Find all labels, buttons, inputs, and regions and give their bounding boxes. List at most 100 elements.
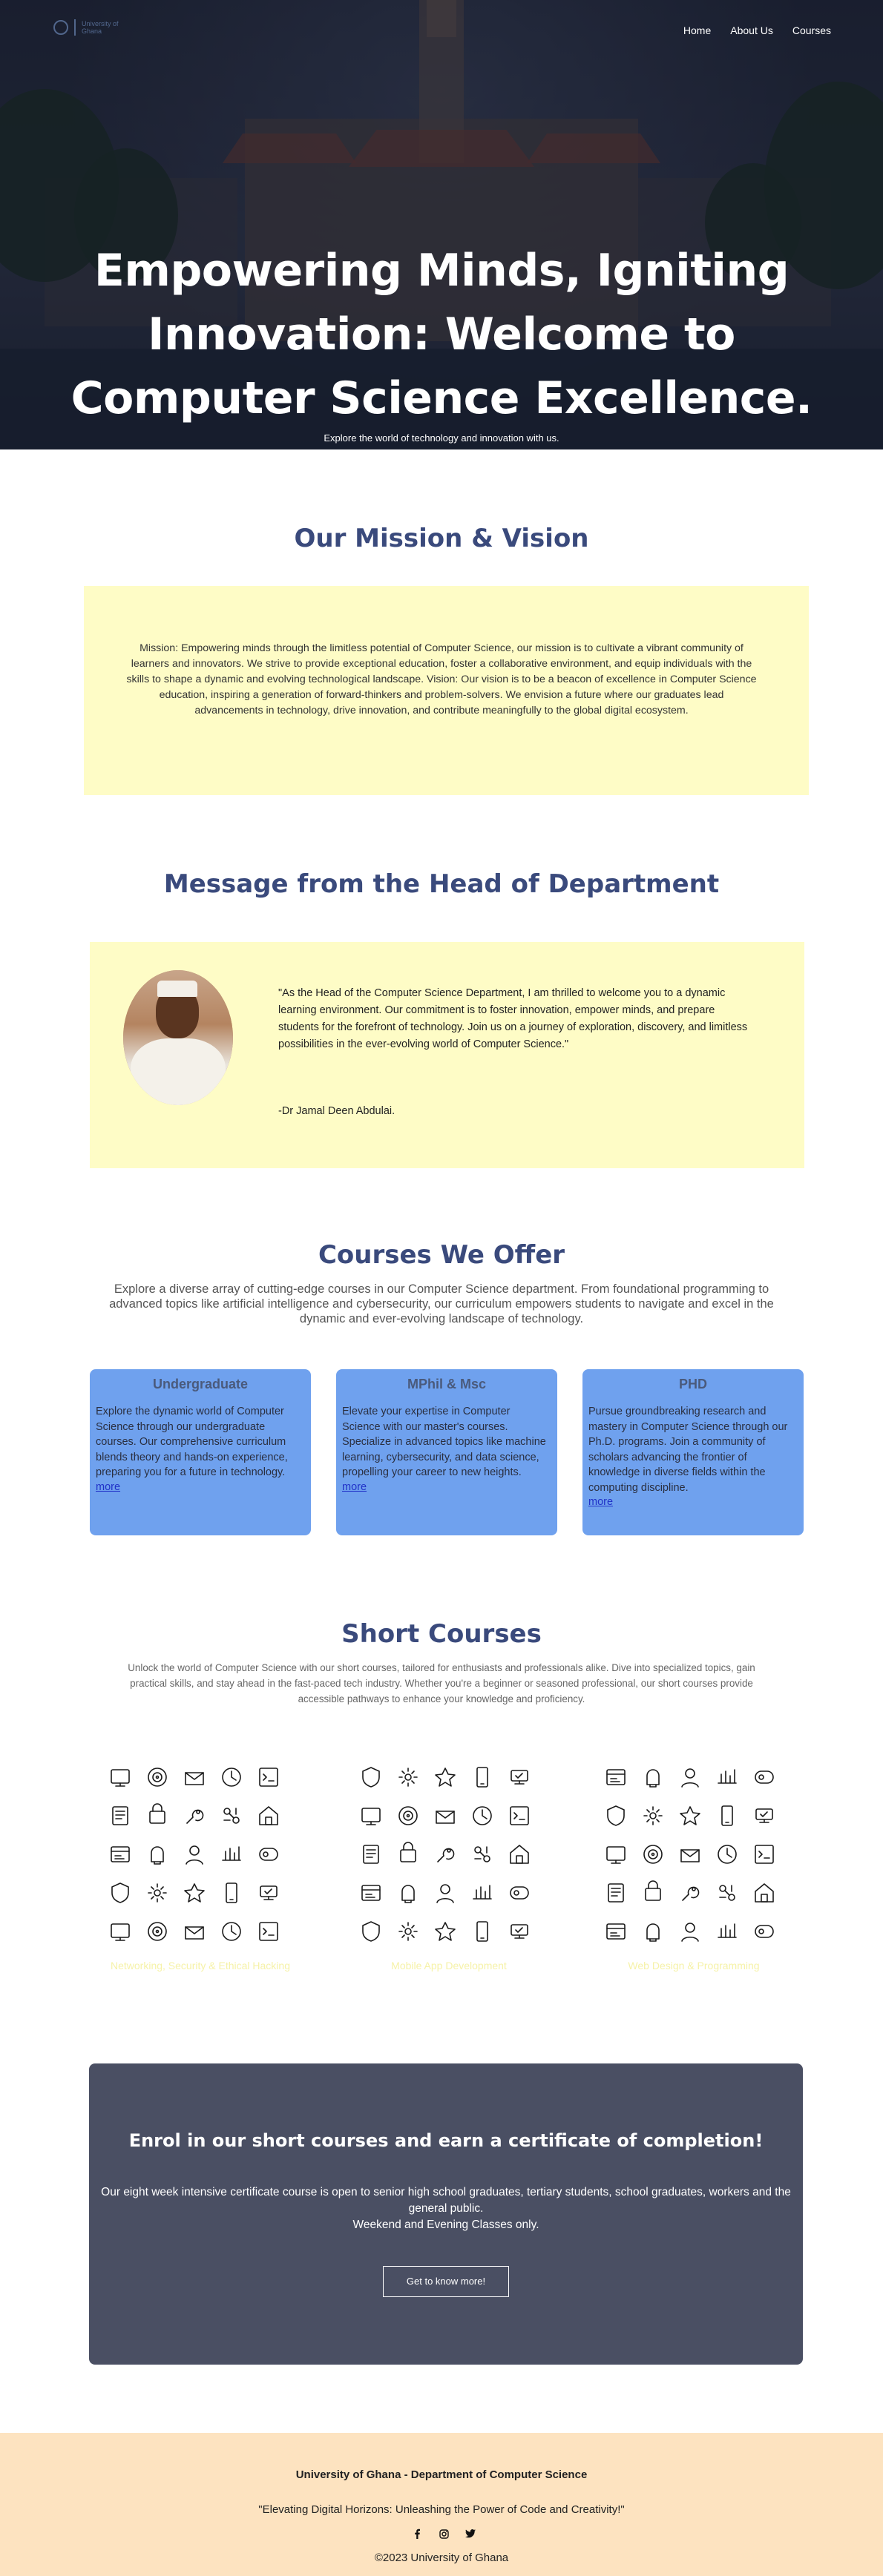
enrol-text: Our eight week intensive certificate cou… — [101, 2186, 791, 2215]
course-topic-icon — [144, 1918, 171, 1945]
course-topic-icon — [358, 1802, 384, 1829]
instagram-icon[interactable] — [439, 2529, 449, 2539]
course-topic-icon — [181, 1764, 208, 1791]
course-topic-icon — [358, 1918, 384, 1945]
get-to-know-more-button[interactable]: Get to know more! — [383, 2266, 509, 2297]
course-topic-icon — [714, 1764, 741, 1791]
facebook-icon[interactable] — [412, 2529, 422, 2539]
course-topic-icon — [751, 1764, 778, 1791]
enrol-schedule: Weekend and Evening Classes only. — [352, 2218, 539, 2231]
course-topic-icon — [640, 1802, 666, 1829]
course-card-undergraduate: Undergraduate Explore the dynamic world … — [90, 1369, 311, 1535]
short-course-label-web[interactable]: Web Design & Programming — [575, 1960, 813, 1971]
course-topic-icon — [144, 1841, 171, 1868]
course-topic-icon — [395, 1880, 421, 1906]
course-topic-icon — [677, 1918, 703, 1945]
course-topic-icon — [432, 1841, 459, 1868]
courses-description: Explore a diverse array of cutting-edge … — [109, 1282, 774, 1325]
course-topic-icon — [603, 1841, 629, 1868]
social-links — [412, 2529, 476, 2539]
course-topic-icon — [603, 1764, 629, 1791]
course-topic-icon — [640, 1764, 666, 1791]
course-topic-icon — [714, 1918, 741, 1945]
course-topic-icon — [395, 1918, 421, 1945]
course-card-text: Elevate your expertise in Computer Scien… — [342, 1406, 546, 1478]
course-topic-icon — [506, 1802, 533, 1829]
hod-quote: "As the Head of the Computer Science Dep… — [278, 987, 748, 1050]
university-logo[interactable]: University of Ghana — [53, 19, 119, 36]
mobile-app-icon-grid[interactable] — [358, 1764, 536, 1948]
course-topic-icon — [751, 1880, 778, 1906]
course-topic-icon — [603, 1880, 629, 1906]
course-topic-icon — [218, 1764, 245, 1791]
course-topic-icon — [603, 1802, 629, 1829]
mission-title: Our Mission & Vision — [294, 524, 589, 553]
enrol-banner: Enrol in our short courses and earn a ce… — [89, 2063, 803, 2365]
course-card-text: Explore the dynamic world of Computer Sc… — [96, 1406, 288, 1478]
course-topic-icon — [714, 1802, 741, 1829]
footer: University of Ghana - Department of Comp… — [0, 2433, 883, 2576]
course-topic-icon — [218, 1841, 245, 1868]
course-topic-icon — [395, 1841, 421, 1868]
course-card-title: MPhil & Msc — [407, 1377, 486, 1391]
footer-name: University of Ghana - Department of Comp… — [295, 2468, 588, 2481]
course-topic-icon — [469, 1841, 496, 1868]
short-courses-title: Short Courses — [341, 1619, 542, 1649]
course-card-title: PHD — [678, 1377, 707, 1391]
footer-copyright: ©2023 University of Ghana — [374, 2552, 509, 2564]
course-topic-icon — [218, 1880, 245, 1906]
course-card-mphil-msc: MPhil & Msc Elevate your expertise in Co… — [336, 1369, 557, 1535]
course-card-phd: PHD Pursue groundbreaking research and m… — [582, 1369, 804, 1535]
course-topic-icon — [751, 1918, 778, 1945]
course-topic-icon — [358, 1841, 384, 1868]
course-topic-icon — [677, 1841, 703, 1868]
logo-text-1: University of — [82, 20, 119, 27]
course-topic-icon — [144, 1764, 171, 1791]
course-topic-icon — [751, 1841, 778, 1868]
course-topic-icon — [107, 1841, 134, 1868]
footer-slogan: "Elevating Digital Horizons: Unleashing … — [258, 2503, 625, 2516]
short-course-label-mobile[interactable]: Mobile App Development — [330, 1960, 568, 1971]
course-topic-icon — [181, 1841, 208, 1868]
course-topic-icon — [506, 1880, 533, 1906]
course-more-link[interactable]: more — [588, 1495, 798, 1509]
course-topic-icon — [107, 1802, 134, 1829]
nav-link-courses[interactable]: Courses — [792, 24, 831, 36]
course-topic-icon — [358, 1880, 384, 1906]
course-topic-icon — [395, 1764, 421, 1791]
hero-banner: University of Ghana Home About Us Course… — [0, 0, 883, 449]
course-topic-icon — [469, 1880, 496, 1906]
twitter-icon[interactable] — [465, 2529, 476, 2539]
course-topic-icon — [358, 1764, 384, 1791]
course-topic-icon — [144, 1802, 171, 1829]
course-more-link[interactable]: more — [342, 1480, 551, 1494]
courses-title: Courses We Offer — [318, 1240, 565, 1270]
course-topic-icon — [506, 1918, 533, 1945]
course-topic-icon — [181, 1802, 208, 1829]
course-topic-icon — [432, 1918, 459, 1945]
course-topic-icon — [181, 1880, 208, 1906]
course-topic-icon — [751, 1802, 778, 1829]
web-design-icon-grid[interactable] — [603, 1764, 781, 1948]
hero-subtitle: Explore the world of technology and inno… — [324, 432, 559, 444]
course-topic-icon — [255, 1764, 282, 1791]
course-topic-icon — [255, 1880, 282, 1906]
crest-icon — [53, 20, 68, 35]
course-topic-icon — [107, 1880, 134, 1906]
nav-link-about-us[interactable]: About Us — [730, 24, 773, 36]
nav-link-home[interactable]: Home — [683, 24, 711, 36]
course-topic-icon — [506, 1841, 533, 1868]
course-topic-icon — [677, 1764, 703, 1791]
course-topic-icon — [107, 1764, 134, 1791]
hod-signature: -Dr Jamal Deen Abdulai. — [278, 1105, 395, 1117]
course-topic-icon — [714, 1841, 741, 1868]
mission-text: Mission: Empowering minds through the li… — [126, 642, 757, 717]
enrol-title: Enrol in our short courses and earn a ce… — [128, 2130, 764, 2151]
course-more-link[interactable]: more — [96, 1480, 305, 1494]
short-course-label-networking[interactable]: Networking, Security & Ethical Hacking — [82, 1960, 319, 1971]
course-topic-icon — [640, 1880, 666, 1906]
course-topic-icon — [255, 1841, 282, 1868]
course-topic-icon — [181, 1918, 208, 1945]
course-card-title: Undergraduate — [152, 1377, 249, 1391]
networking-security-icon-grid[interactable] — [107, 1764, 285, 1948]
